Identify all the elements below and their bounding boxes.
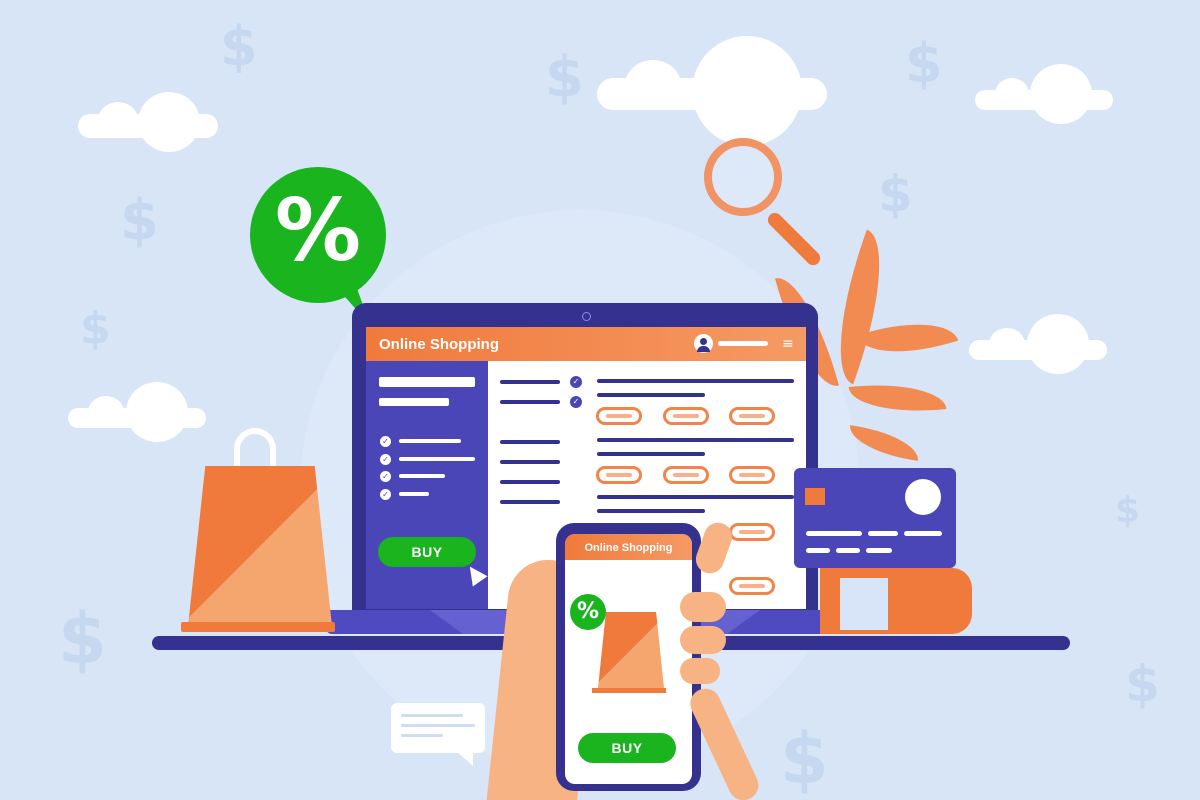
product-option-pill[interactable] <box>663 407 709 425</box>
product-option-pill[interactable] <box>596 407 642 425</box>
phone-bag-base <box>592 688 666 693</box>
list-line <box>500 500 560 504</box>
list-line <box>500 380 560 384</box>
chat-bubble-icon <box>391 703 485 753</box>
card-number-line <box>868 531 898 536</box>
product-option-pill[interactable] <box>729 407 775 425</box>
list-line <box>500 440 560 444</box>
product-subtitle-line <box>597 509 705 513</box>
book-pages <box>840 578 888 630</box>
dollar-sign-icon: $ <box>878 165 913 223</box>
cloud <box>975 64 1113 124</box>
laptop-sidebar: ✓ ✓ ✓ ✓ BUY <box>366 361 488 609</box>
sidebar-subheading-bar <box>379 398 449 406</box>
laptop-page-title: Online Shopping <box>379 336 499 353</box>
chat-line <box>401 734 443 737</box>
product-option-pill[interactable] <box>729 466 775 484</box>
phone-percent-icon: % <box>570 594 606 630</box>
dollar-sign-icon: $ <box>1115 490 1141 531</box>
list-line <box>500 480 560 484</box>
product-title-line <box>597 438 794 442</box>
filter-option-bar <box>399 474 445 478</box>
cloud <box>78 92 218 152</box>
check-icon[interactable]: ✓ <box>570 396 582 408</box>
product-option-pill[interactable] <box>663 466 709 484</box>
cloud <box>969 314 1107 374</box>
avatar-head <box>700 338 707 345</box>
card-number-line <box>866 548 892 553</box>
sidebar-heading-bar <box>379 377 475 387</box>
check-icon[interactable]: ✓ <box>380 471 391 482</box>
chat-line <box>401 714 463 717</box>
product-option-pill[interactable] <box>729 523 775 541</box>
chat-line <box>401 724 475 727</box>
user-avatar-icon[interactable] <box>694 334 713 353</box>
product-subtitle-line <box>597 393 705 397</box>
check-icon[interactable]: ✓ <box>380 454 391 465</box>
dollar-sign-icon: $ <box>1125 655 1160 713</box>
check-icon[interactable]: ✓ <box>380 489 391 500</box>
product-title-line <box>597 495 794 499</box>
dollar-sign-icon: $ <box>220 15 258 78</box>
card-number-line <box>904 531 942 536</box>
finger <box>680 592 726 622</box>
magnifying-glass-icon <box>704 138 782 216</box>
magnifier-handle <box>765 210 824 269</box>
product-option-pill[interactable] <box>729 577 775 595</box>
dollar-sign-icon: $ <box>780 718 829 800</box>
card-number-line <box>806 548 830 553</box>
cloud <box>68 382 206 442</box>
bag-base <box>181 622 335 632</box>
laptop-header: Online Shopping ≡ <box>366 327 806 361</box>
dollar-sign-icon: $ <box>120 188 159 253</box>
dollar-sign-icon: $ <box>545 45 584 110</box>
product-title-line <box>597 379 794 383</box>
online-shopping-illustration: $ $ $ $ $ $ $ $ $ $ % Online Shopping ≡ … <box>0 0 1200 800</box>
card-chip <box>805 488 825 505</box>
shopping-bag-icon <box>188 466 332 626</box>
filter-option-bar <box>399 492 429 496</box>
username-placeholder <box>718 341 768 346</box>
laptop-buy-button[interactable]: BUY <box>378 537 476 567</box>
filter-option-bar <box>399 457 475 461</box>
cloud <box>597 36 827 146</box>
filter-option-bar <box>399 439 461 443</box>
avatar-body <box>697 346 710 352</box>
card-number-line <box>836 548 860 553</box>
phone-header: Online Shopping <box>565 534 692 560</box>
phone-shopping-bag-icon <box>598 612 664 688</box>
dollar-sign-icon: $ <box>58 598 107 680</box>
webcam-icon <box>582 312 591 321</box>
phone-buy-button[interactable]: BUY <box>578 733 676 763</box>
finger <box>680 626 726 654</box>
card-logo <box>905 479 941 515</box>
card-number-line <box>806 531 862 536</box>
check-icon[interactable]: ✓ <box>570 376 582 388</box>
product-subtitle-line <box>597 452 705 456</box>
finger <box>680 658 720 684</box>
list-line <box>500 460 560 464</box>
product-option-pill[interactable] <box>596 466 642 484</box>
dollar-sign-icon: $ <box>80 303 111 354</box>
leaf <box>848 377 947 419</box>
menu-icon[interactable]: ≡ <box>782 336 794 352</box>
phone-page-title: Online Shopping <box>584 542 673 554</box>
percent-icon: % <box>274 181 362 281</box>
dollar-sign-icon: $ <box>905 32 943 95</box>
list-line <box>500 400 560 404</box>
check-icon[interactable]: ✓ <box>380 436 391 447</box>
